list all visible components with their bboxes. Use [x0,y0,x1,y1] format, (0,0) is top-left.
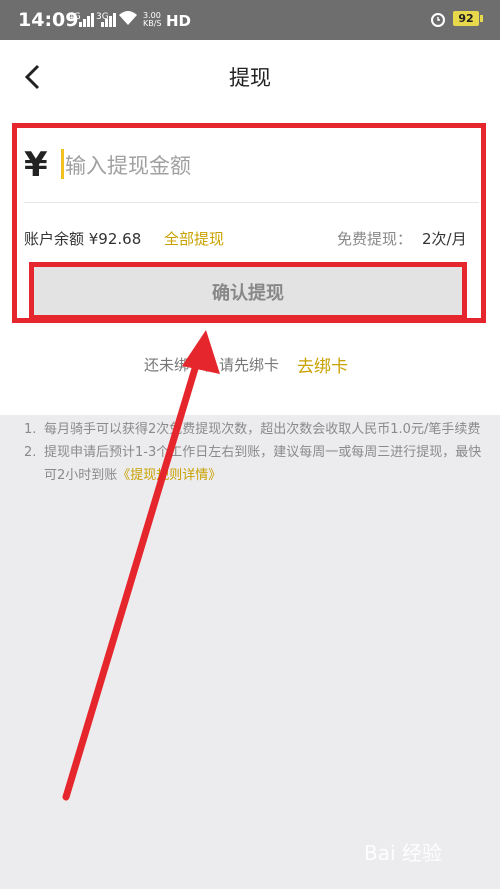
withdraw-notes: 1. 每月骑手可以获得2次免费提现次数，超出次数会收取人民币1.0元/笔手续费 … [24,418,484,487]
bind-card-hint: 还未绑卡，请先绑卡 [144,356,280,374]
page-title: 提现 [229,66,271,90]
hd-label: HD [166,12,192,30]
note-number: 2. [24,445,37,460]
note-text: 提现申请后预计1-3个工作日左右到账，建议每周一或每周三进行提现，最快可2小时到… [44,445,482,483]
note-number: 1. [24,422,37,437]
note-item: 2. 提现申请后预计1-3个工作日左右到账，建议每周一或每周三进行提现，最快可2… [24,441,484,487]
speed-unit: KB/S [143,19,162,28]
note-item: 1. 每月骑手可以获得2次免费提现次数，超出次数会收取人民币1.0元/笔手续费 [24,418,484,441]
alarm-icon [431,13,445,27]
note-text: 每月骑手可以获得2次免费提现次数，超出次数会收取人民币1.0元/笔手续费 [44,422,481,437]
withdraw-rules-link[interactable]: 《提现规则详情》 [117,468,221,483]
battery-indicator: 92 [453,11,483,26]
note-text-wrap: 提现申请后预计1-3个工作日左右到账，建议每周一或每周三进行提现，最快可2小时到… [44,441,484,487]
signal-icon [79,13,94,27]
bind-card-link[interactable]: 去绑卡 [297,352,348,377]
status-bar: 14:09 4G 3G 3.00 KB/S HD 92 [0,0,500,40]
signal-icon [101,13,116,27]
network-speed: 3.00 KB/S [143,12,162,28]
watermark: Bai 经验 [364,841,442,865]
annotation-box-inner [29,262,467,320]
wifi-icon [119,11,137,25]
